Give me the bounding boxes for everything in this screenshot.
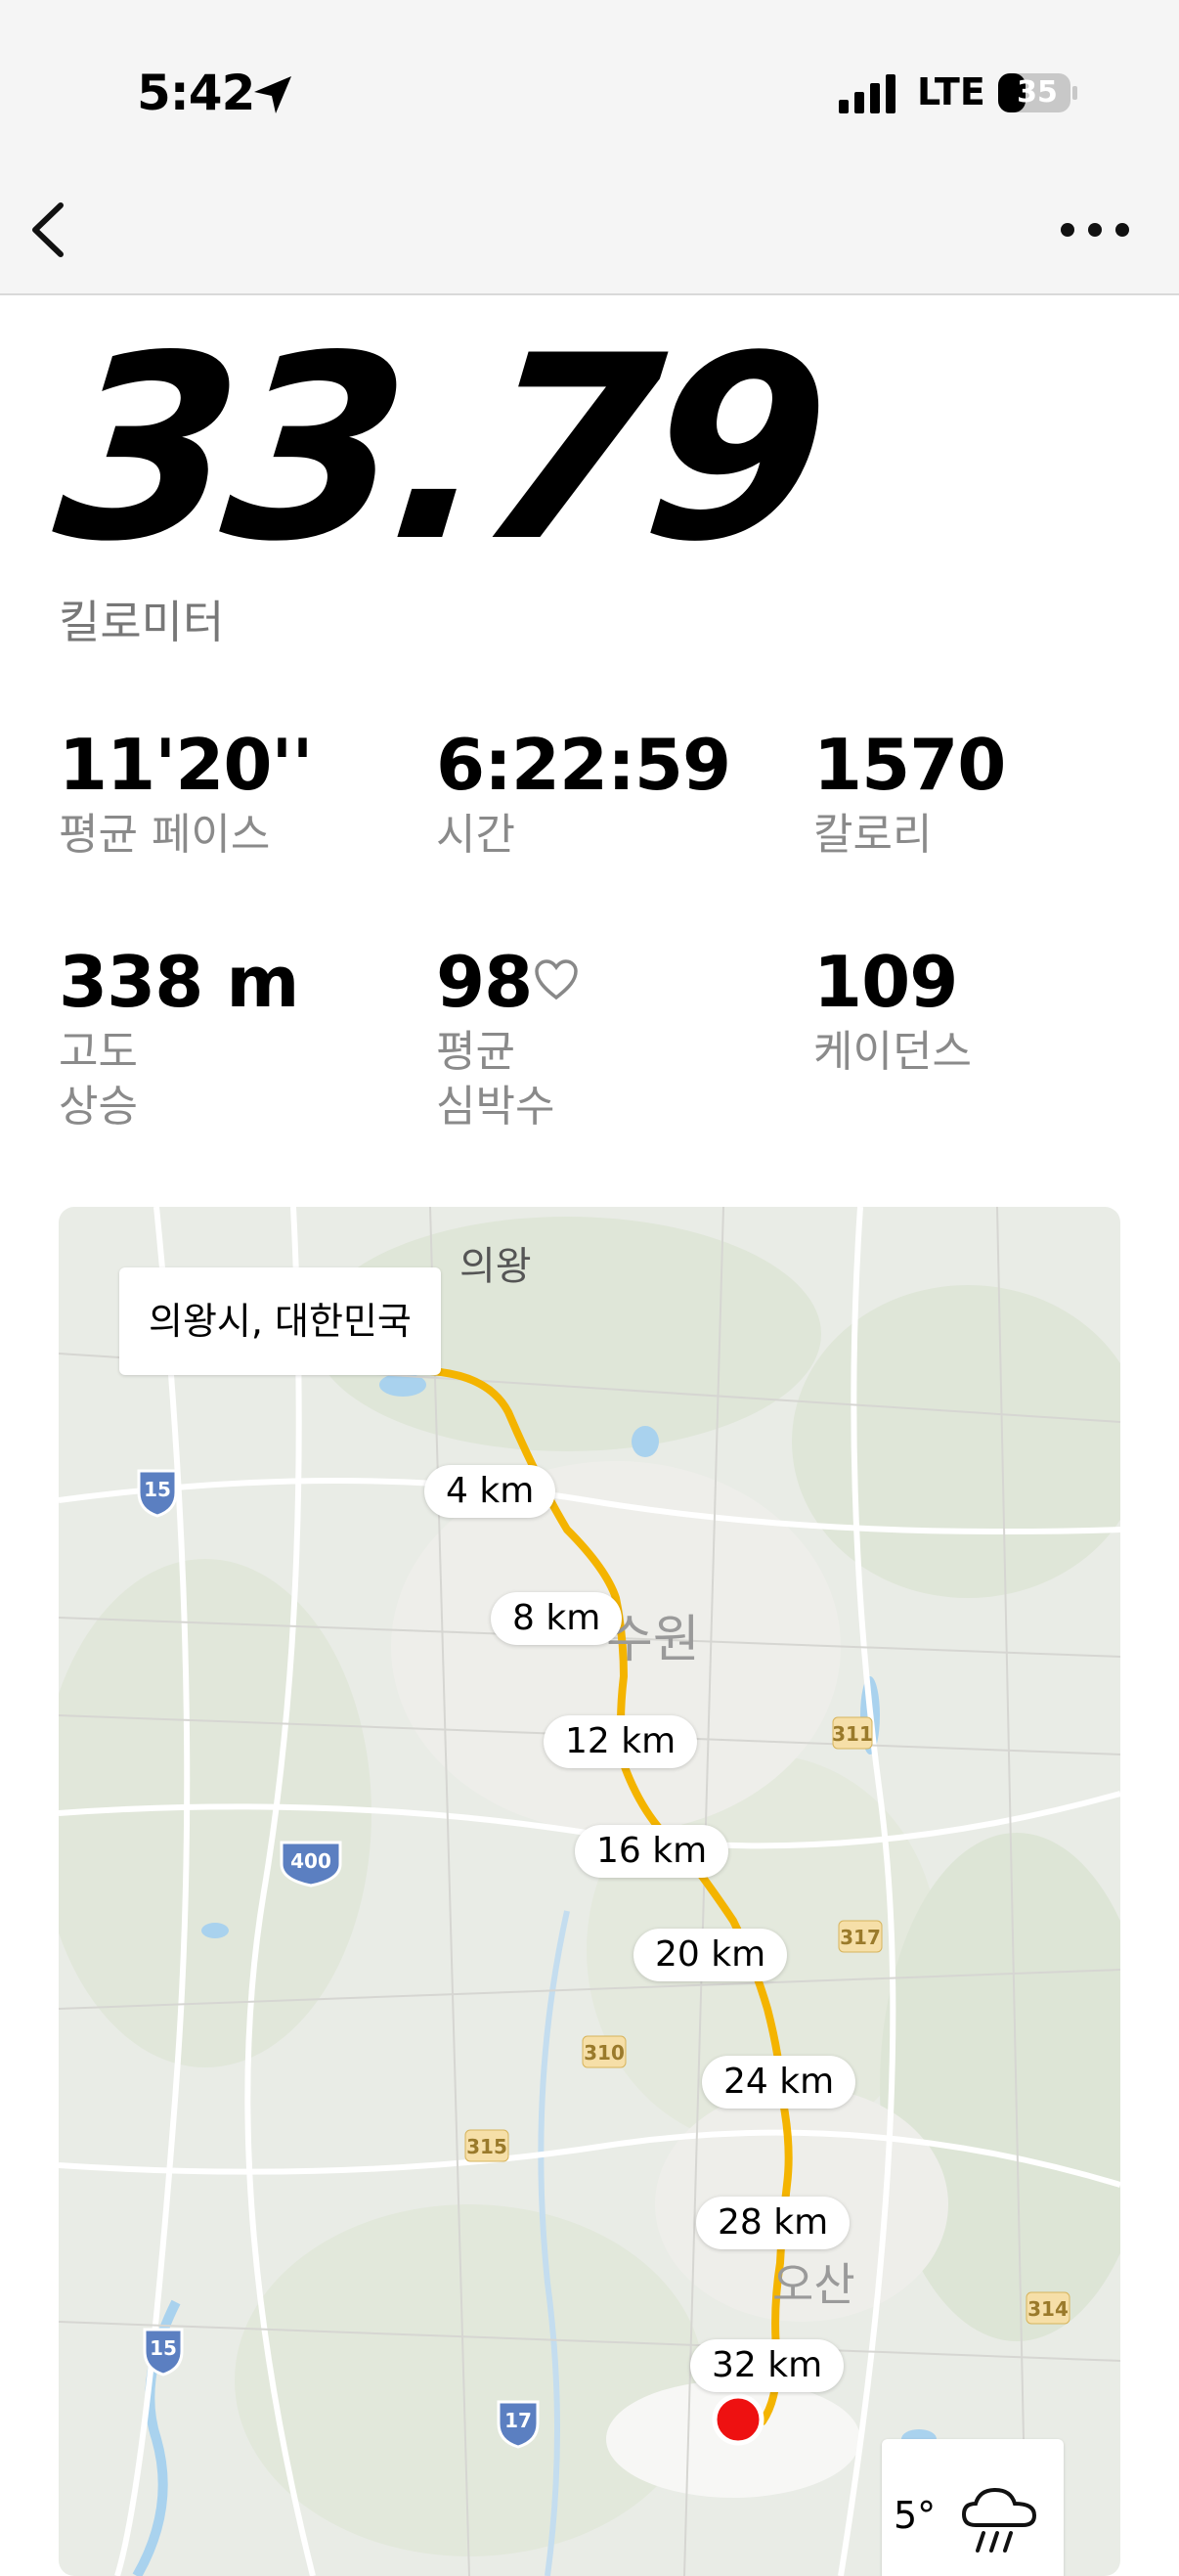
- heart-icon: [535, 959, 578, 1000]
- battery-icon: 35: [997, 72, 1079, 113]
- calories-value: 1570: [813, 724, 1006, 806]
- km-marker-24: 24 km: [702, 2056, 856, 2109]
- svg-text:400: 400: [290, 1849, 331, 1873]
- back-button[interactable]: [20, 196, 78, 264]
- km-marker-12: 12 km: [544, 1715, 698, 1768]
- route-end-marker[interactable]: [712, 2393, 764, 2446]
- cadence-value: 109: [813, 941, 958, 1023]
- time-value: 6:22:59: [436, 724, 731, 806]
- svg-text:15: 15: [144, 1478, 171, 1501]
- heart-rate-value: 98: [436, 941, 533, 1023]
- avg-pace-value: 11'20'': [59, 724, 314, 806]
- avg-pace-label: 평균 페이스: [59, 810, 271, 860]
- elevation-value: 338 m: [59, 941, 299, 1023]
- calories-label: 칼로리: [813, 810, 933, 860]
- status-time: 5:42: [137, 65, 255, 121]
- svg-text:17: 17: [504, 2409, 532, 2432]
- road-sign-315: 315: [464, 2129, 509, 2162]
- elevation-label-2: 상승: [59, 1082, 138, 1132]
- location-label: 의왕시, 대한민국: [119, 1267, 441, 1375]
- road-sign-314: 314: [1026, 2291, 1070, 2325]
- svg-text:15: 15: [150, 2336, 177, 2360]
- weather-temp: 5°: [894, 2494, 937, 2537]
- time-label: 시간: [436, 810, 515, 860]
- km-marker-8: 8 km: [491, 1592, 623, 1645]
- highway-shield-15a: 15: [137, 1469, 178, 1518]
- elevation-label-1: 고도: [59, 1027, 138, 1077]
- nav-bar: [0, 176, 1179, 295]
- battery-level: 35: [1017, 75, 1058, 110]
- distance-value: 33.79: [45, 302, 832, 598]
- map-background: 15 400 311 317 310 315 314 15 17: [59, 1207, 1120, 2576]
- km-marker-4: 4 km: [424, 1465, 556, 1518]
- road-sign-311: 311: [832, 1716, 873, 1750]
- svg-text:314: 314: [1027, 2297, 1069, 2321]
- road-sign-317: 317: [838, 1920, 883, 1953]
- location-arrow-icon: [254, 76, 291, 113]
- highway-shield-17: 17: [497, 2400, 540, 2449]
- cadence-label: 케이던스: [813, 1027, 972, 1077]
- km-marker-28: 28 km: [696, 2197, 851, 2249]
- signal-icon: [839, 74, 895, 113]
- network-type: LTE: [917, 70, 985, 113]
- heart-rate-label-2: 심박수: [436, 1082, 555, 1132]
- city-label-uiwang: 의왕: [459, 1244, 532, 1289]
- weather-badge: 5°: [882, 2439, 1064, 2576]
- km-marker-32: 32 km: [690, 2339, 845, 2392]
- route-map[interactable]: 15 400 311 317 310 315 314 15 17 의왕 수원 오…: [59, 1207, 1120, 2576]
- distance-unit: 킬로미터: [59, 596, 225, 648]
- heart-rate-label-1: 평균: [436, 1027, 515, 1077]
- svg-text:310: 310: [584, 2041, 625, 2065]
- city-label-osan: 오산: [772, 2258, 855, 2311]
- km-marker-20: 20 km: [633, 1929, 788, 1981]
- svg-text:311: 311: [832, 1722, 873, 1746]
- highway-shield-400: 400: [280, 1841, 342, 1888]
- rain-icon: [961, 2487, 1037, 2553]
- road-sign-310: 310: [582, 2035, 627, 2068]
- svg-text:315: 315: [466, 2135, 507, 2158]
- more-options-button[interactable]: [1056, 205, 1134, 254]
- km-marker-16: 16 km: [575, 1825, 729, 1878]
- svg-text:317: 317: [840, 1926, 881, 1949]
- highway-shield-15b: 15: [143, 2328, 184, 2376]
